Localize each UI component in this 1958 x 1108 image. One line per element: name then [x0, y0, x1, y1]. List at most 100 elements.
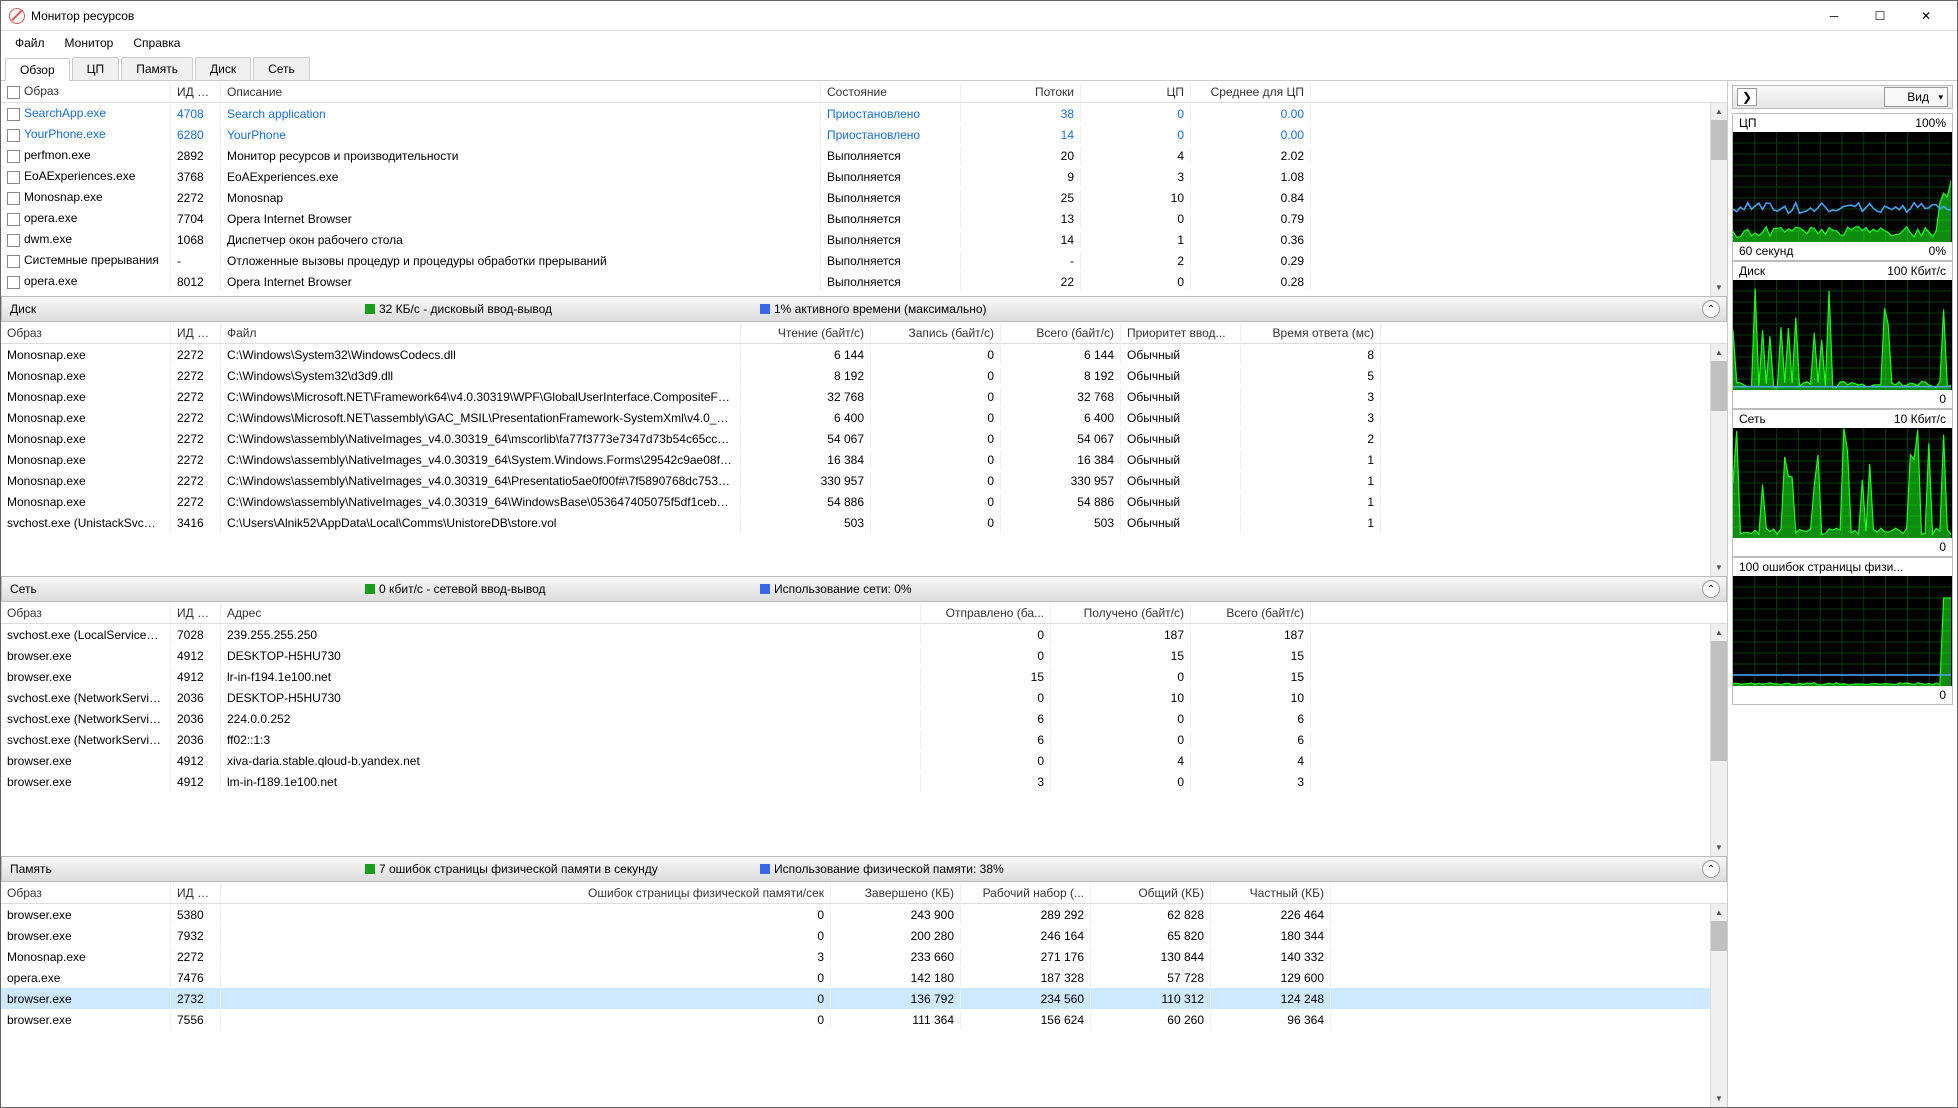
disk-scrollbar[interactable]: ▲▼: [1710, 344, 1727, 576]
checkbox[interactable]: [7, 192, 20, 205]
table-row[interactable]: EoAExperiences.exe 3768 EoAExperiences.e…: [1, 166, 1727, 187]
col-desc[interactable]: Описание: [221, 83, 821, 101]
collapse-icon[interactable]: ⌃: [1702, 300, 1720, 318]
col-pid[interactable]: ИД пр...: [171, 884, 221, 902]
col-recv[interactable]: Получено (байт/с): [1051, 604, 1191, 622]
tab-memory[interactable]: Память: [121, 57, 193, 80]
col-pid[interactable]: ИД пр...: [171, 324, 221, 342]
col-pid[interactable]: ИД пр...: [171, 83, 221, 101]
table-row[interactable]: browser.exe 7556 0 111 364 156 624 60 26…: [1, 1009, 1727, 1030]
checkbox-all[interactable]: [7, 86, 20, 99]
tab-overview[interactable]: Обзор: [5, 58, 70, 81]
network-header[interactable]: Сеть 0 кбит/с - сетевой ввод-вывод Испол…: [1, 576, 1727, 602]
cpu-scrollbar[interactable]: ▲▼: [1710, 103, 1727, 296]
memory-grid: Образ ИД пр... Ошибок страницы физическо…: [1, 882, 1727, 1107]
table-row[interactable]: svchost.exe (LocalServiceAndNoIm... 7028…: [1, 624, 1727, 645]
col-image[interactable]: Образ: [1, 82, 171, 100]
table-row[interactable]: dwm.exe 1068 Диспетчер окон рабочего сто…: [1, 229, 1727, 250]
titlebar[interactable]: Монитор ресурсов ─ ☐ ✕: [1, 1, 1957, 31]
table-row[interactable]: opera.exe 7704 Opera Internet Browser Вы…: [1, 208, 1727, 229]
checkbox[interactable]: [7, 213, 20, 226]
chart-title: 100 ошибок страницы физи...: [1739, 560, 1903, 574]
col-sent[interactable]: Отправлено (ба...: [921, 604, 1051, 622]
close-button[interactable]: ✕: [1903, 1, 1949, 31]
menu-monitor[interactable]: Монитор: [55, 32, 124, 54]
table-row[interactable]: Monosnap.exe 2272 C:\Windows\assembly\Na…: [1, 428, 1727, 449]
collapse-icon[interactable]: ⌃: [1702, 860, 1720, 878]
col-ws[interactable]: Рабочий набор (...: [961, 884, 1091, 902]
collapse-icon[interactable]: ⌃: [1702, 580, 1720, 598]
col-image[interactable]: Образ: [1, 884, 171, 902]
table-row[interactable]: opera.exe 8012 Opera Internet Browser Вы…: [1, 271, 1727, 292]
mem-scrollbar[interactable]: ▲▼: [1710, 904, 1727, 1107]
table-row[interactable]: opera.exe 7476 0 142 180 187 328 57 728 …: [1, 967, 1727, 988]
tab-cpu[interactable]: ЦП: [72, 57, 120, 80]
chart-max: 10 Кбит/с: [1894, 412, 1946, 426]
col-total[interactable]: Всего (байт/с): [1001, 324, 1121, 342]
col-status[interactable]: Состояние: [821, 83, 961, 101]
col-addr[interactable]: Адрес: [221, 604, 921, 622]
table-row[interactable]: Monosnap.exe 2272 C:\Windows\System32\d3…: [1, 365, 1727, 386]
checkbox[interactable]: [7, 108, 20, 121]
minimize-button[interactable]: ─: [1811, 1, 1857, 31]
table-row[interactable]: Monosnap.exe 2272 3 233 660 271 176 130 …: [1, 946, 1727, 967]
tab-network[interactable]: Сеть: [253, 57, 310, 80]
checkbox[interactable]: [7, 171, 20, 184]
checkbox[interactable]: [7, 255, 20, 268]
table-row[interactable]: svchost.exe (NetworkService -p) 2036 DES…: [1, 687, 1727, 708]
col-avgcpu[interactable]: Среднее для ЦП: [1191, 83, 1311, 101]
col-threads[interactable]: Потоки: [961, 83, 1081, 101]
table-row[interactable]: Системные прерывания - Отложенные вызовы…: [1, 250, 1727, 271]
side-collapse-button[interactable]: ❯: [1737, 88, 1757, 106]
col-read[interactable]: Чтение (байт/с): [741, 324, 871, 342]
table-row[interactable]: svchost.exe (NetworkService -p) 2036 224…: [1, 708, 1727, 729]
col-private[interactable]: Частный (КБ): [1211, 884, 1331, 902]
table-row[interactable]: browser.exe 5380 0 243 900 289 292 62 82…: [1, 904, 1727, 925]
table-row[interactable]: perfmon.exe 2892 Монитор ресурсов и прои…: [1, 145, 1727, 166]
menu-help[interactable]: Справка: [123, 32, 190, 54]
col-prio[interactable]: Приоритет ввод...: [1121, 324, 1241, 342]
maximize-button[interactable]: ☐: [1857, 1, 1903, 31]
memory-header[interactable]: Память 7 ошибок страницы физической памя…: [1, 856, 1727, 882]
green-square-icon: [365, 864, 375, 874]
table-row[interactable]: svchost.exe (NetworkService -p) 2036 ff0…: [1, 729, 1727, 750]
table-row[interactable]: Monosnap.exe 2272 C:\Windows\Microsoft.N…: [1, 386, 1727, 407]
col-resp[interactable]: Время ответа (мс): [1241, 324, 1381, 342]
checkbox[interactable]: [7, 234, 20, 247]
col-total[interactable]: Всего (байт/с): [1191, 604, 1311, 622]
table-row[interactable]: SearchApp.exe 4708 Search application Пр…: [1, 103, 1727, 124]
col-image[interactable]: Образ: [1, 604, 171, 622]
col-write[interactable]: Запись (байт/с): [871, 324, 1001, 342]
col-cpu[interactable]: ЦП: [1081, 83, 1191, 101]
disk-header[interactable]: Диск 32 КБ/с - дисковый ввод-вывод 1% ак…: [1, 296, 1727, 322]
table-row[interactable]: browser.exe 7932 0 200 280 246 164 65 82…: [1, 925, 1727, 946]
checkbox[interactable]: [7, 276, 20, 289]
net-scrollbar[interactable]: ▲▼: [1710, 624, 1727, 856]
table-row[interactable]: browser.exe 2732 0 136 792 234 560 110 3…: [1, 988, 1727, 1009]
table-row[interactable]: browser.exe 4912 lm-in-f189.1e100.net 3 …: [1, 771, 1727, 792]
view-dropdown[interactable]: Вид: [1884, 87, 1948, 107]
table-row[interactable]: browser.exe 4912 DESKTOP-H5HU730 0 15 15: [1, 645, 1727, 666]
col-hf[interactable]: Ошибок страницы физической памяти/сек: [221, 884, 831, 902]
col-commit[interactable]: Завершено (КБ): [831, 884, 961, 902]
checkbox[interactable]: [7, 150, 20, 163]
col-shared[interactable]: Общий (КБ): [1091, 884, 1211, 902]
checkbox[interactable]: [7, 129, 20, 142]
chart-max: 100 Кбит/с: [1887, 264, 1946, 278]
table-row[interactable]: Monosnap.exe 2272 C:\Windows\assembly\Na…: [1, 449, 1727, 470]
disk-grid: Образ ИД пр... Файл Чтение (байт/с) Запи…: [1, 322, 1727, 576]
table-row[interactable]: Monosnap.exe 2272 Monosnap Выполняется 2…: [1, 187, 1727, 208]
col-file[interactable]: Файл: [221, 324, 741, 342]
menu-file[interactable]: Файл: [5, 32, 55, 54]
table-row[interactable]: browser.exe 4912 lr-in-f194.1e100.net 15…: [1, 666, 1727, 687]
table-row[interactable]: Monosnap.exe 2272 C:\Windows\System32\Wi…: [1, 344, 1727, 365]
table-row[interactable]: Monosnap.exe 2272 C:\Windows\Microsoft.N…: [1, 407, 1727, 428]
col-image[interactable]: Образ: [1, 324, 171, 342]
table-row[interactable]: svchost.exe (UnistackSvcGroup) 3416 C:\U…: [1, 512, 1727, 533]
tab-disk[interactable]: Диск: [195, 57, 251, 80]
col-pid[interactable]: ИД пр...: [171, 604, 221, 622]
table-row[interactable]: YourPhone.exe 6280 YourPhone Приостановл…: [1, 124, 1727, 145]
table-row[interactable]: browser.exe 4912 xiva-daria.stable.qloud…: [1, 750, 1727, 771]
table-row[interactable]: Monosnap.exe 2272 C:\Windows\assembly\Na…: [1, 470, 1727, 491]
table-row[interactable]: Monosnap.exe 2272 C:\Windows\assembly\Na…: [1, 491, 1727, 512]
